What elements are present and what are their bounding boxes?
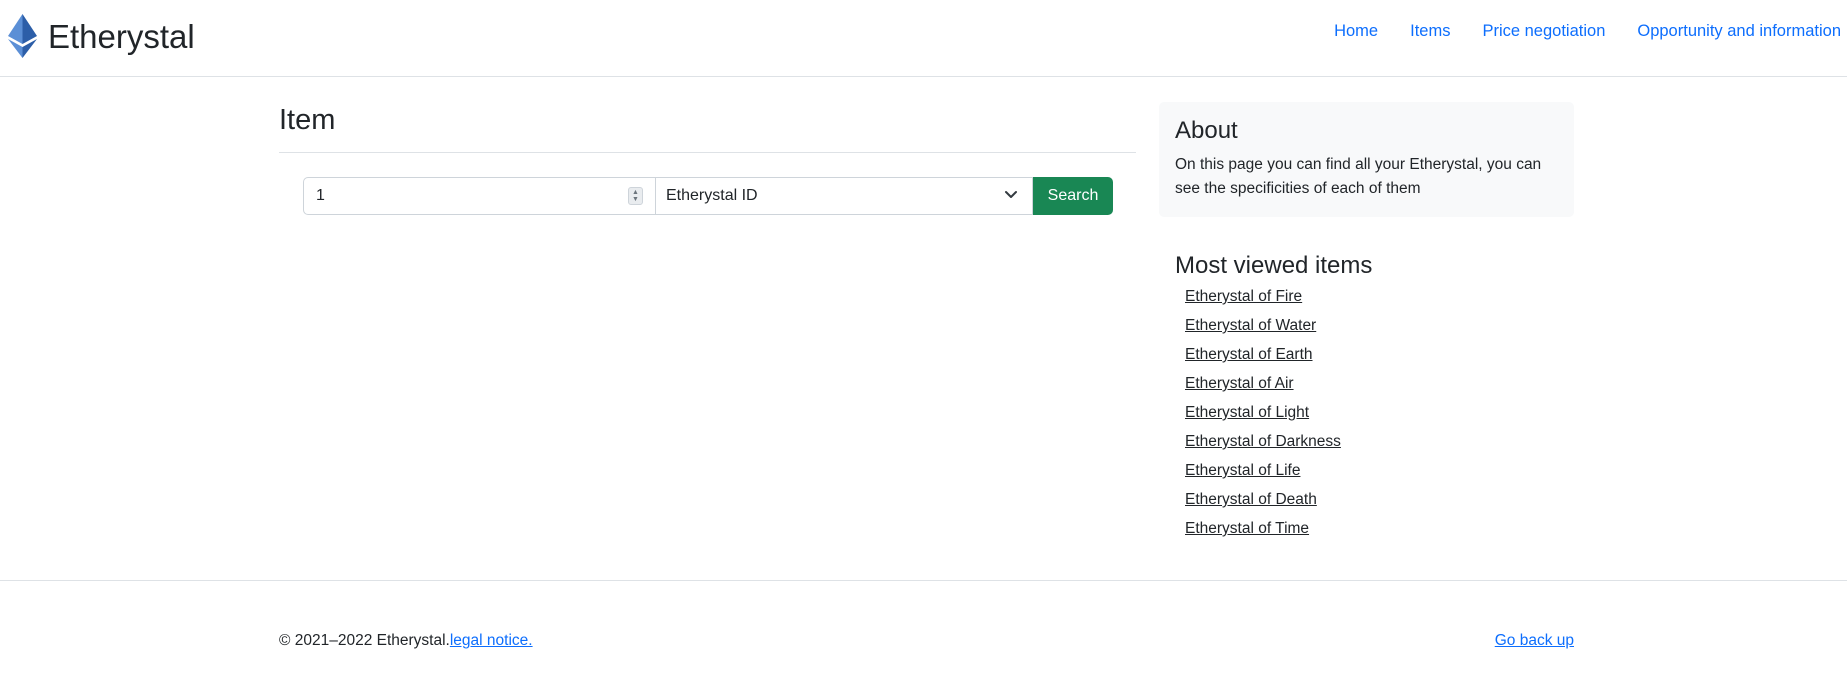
spinner-up-icon[interactable]: ▲ bbox=[632, 189, 639, 196]
site-header: Etherystal Home Items Price negotiation … bbox=[0, 0, 1847, 77]
list-item: Etherystal of Death bbox=[1185, 491, 1341, 520]
brand[interactable]: Etherystal bbox=[8, 14, 195, 58]
list-item: Etherystal of Water bbox=[1185, 317, 1341, 346]
item-number-field: ▲ ▼ bbox=[303, 177, 656, 215]
most-viewed-link-darkness[interactable]: Etherystal of Darkness bbox=[1185, 433, 1341, 450]
footer-divider bbox=[0, 580, 1847, 581]
copyright: © 2021–2022 Etherystal.legal notice. bbox=[279, 632, 533, 650]
item-number-input[interactable] bbox=[304, 178, 616, 214]
list-item: Etherystal of Earth bbox=[1185, 346, 1341, 375]
list-item: Etherystal of Darkness bbox=[1185, 433, 1341, 462]
brand-name: Etherystal bbox=[48, 17, 195, 55]
most-viewed-link-air[interactable]: Etherystal of Air bbox=[1185, 375, 1294, 392]
list-item: Etherystal of Time bbox=[1185, 520, 1341, 549]
nav-home[interactable]: Home bbox=[1334, 22, 1378, 41]
most-viewed-link-life[interactable]: Etherystal of Life bbox=[1185, 462, 1300, 479]
list-item: Etherystal of Light bbox=[1185, 404, 1341, 433]
list-item: Etherystal of Life bbox=[1185, 462, 1341, 491]
search-button[interactable]: Search bbox=[1033, 177, 1113, 215]
copyright-text: © 2021–2022 Etherystal. bbox=[279, 632, 450, 649]
number-spinner[interactable]: ▲ ▼ bbox=[628, 187, 643, 205]
about-panel: About On this page you can find all your… bbox=[1159, 102, 1574, 217]
list-item: Etherystal of Air bbox=[1185, 375, 1341, 404]
most-viewed-link-death[interactable]: Etherystal of Death bbox=[1185, 491, 1317, 508]
most-viewed-link-time[interactable]: Etherystal of Time bbox=[1185, 520, 1309, 537]
about-title: About bbox=[1175, 117, 1238, 144]
about-text: On this page you can find all your Ether… bbox=[1175, 156, 1542, 198]
legal-notice-link[interactable]: legal notice. bbox=[450, 632, 533, 649]
nav-opportunity-information[interactable]: Opportunity and information bbox=[1637, 22, 1841, 41]
most-viewed-link-light[interactable]: Etherystal of Light bbox=[1185, 404, 1309, 421]
search-type-value: Etherystal ID bbox=[666, 187, 758, 204]
most-viewed-link-water[interactable]: Etherystal of Water bbox=[1185, 317, 1316, 334]
most-viewed-title: Most viewed items bbox=[1175, 252, 1373, 279]
title-divider bbox=[279, 152, 1136, 153]
go-back-up-link[interactable]: Go back up bbox=[1495, 632, 1574, 650]
spinner-down-icon[interactable]: ▼ bbox=[632, 196, 639, 203]
ethereum-diamond-icon bbox=[8, 14, 37, 58]
item-search-form: ▲ ▼ Etherystal ID Search bbox=[303, 177, 1113, 215]
most-viewed-list: Etherystal of Fire Etherystal of Water E… bbox=[1185, 288, 1341, 549]
nav-items[interactable]: Items bbox=[1410, 22, 1450, 41]
chevron-down-icon bbox=[1005, 191, 1017, 198]
page-title: Item bbox=[279, 104, 336, 136]
main-nav: Home Items Price negotiation Opportunity… bbox=[1302, 22, 1841, 41]
nav-price-negotiation[interactable]: Price negotiation bbox=[1482, 22, 1605, 41]
most-viewed-link-earth[interactable]: Etherystal of Earth bbox=[1185, 346, 1313, 363]
most-viewed-link-fire[interactable]: Etherystal of Fire bbox=[1185, 288, 1302, 305]
search-type-select[interactable]: Etherystal ID bbox=[656, 177, 1033, 215]
list-item: Etherystal of Fire bbox=[1185, 288, 1341, 317]
